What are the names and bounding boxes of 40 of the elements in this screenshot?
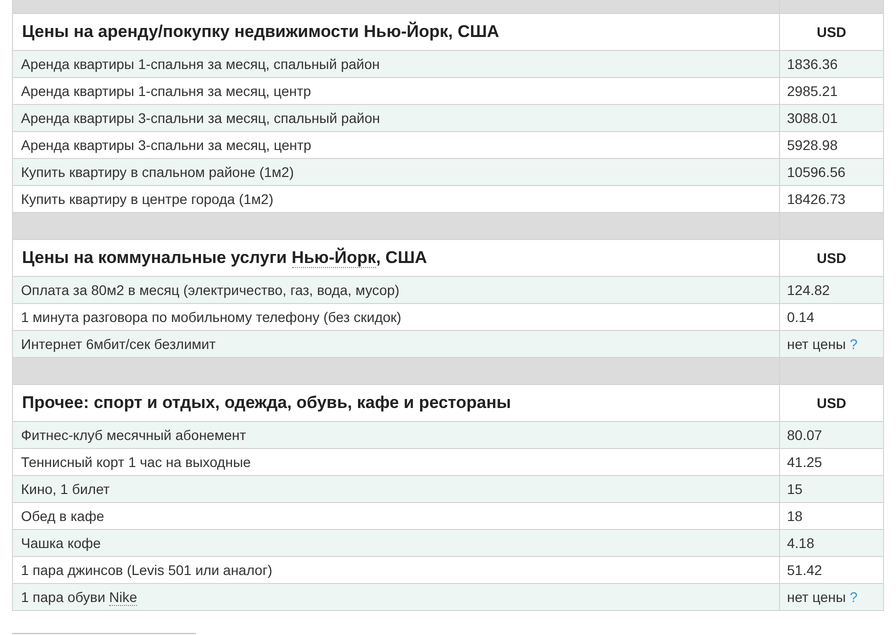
currency-heading: USD — [816, 394, 846, 412]
section-heading: Цены на коммунальные услуги Нью-Йорк, США — [22, 246, 428, 270]
price-value: нет цены — [787, 588, 846, 607]
price-value: 4.18 — [787, 534, 814, 552]
item-label: Обед в кафе — [21, 506, 104, 526]
item-label: Аренда квартиры 3-спальни за месяц, центр — [21, 136, 312, 155]
price-value: 18426.73 — [787, 190, 846, 208]
price-value: 1836.36 — [787, 54, 838, 74]
section-heading: Прочее: спорт и отдых, одежда, обувь, кафе и рестораны — [22, 392, 512, 414]
price-value: 15 — [787, 480, 803, 498]
price-value: 18 — [787, 506, 803, 526]
price-value: 10596.56 — [787, 162, 846, 182]
item-label: Оплата за 80м2 в месяц (электричество, газ, вода, мусор) — [21, 280, 400, 300]
price-value: 51.42 — [787, 560, 822, 580]
price-value: 124.82 — [787, 280, 830, 300]
item-label: Купить квартиру в центре города (1м2) — [21, 190, 274, 209]
price-value: 3088.01 — [787, 108, 838, 128]
item-label: Аренда квартиры 1-спальня за месяц, спальный район — [21, 54, 380, 74]
item-label: Интернет 6мбит/сек безлимит — [21, 334, 216, 354]
item-label: Теннисный корт 1 час на выходные — [21, 452, 251, 472]
currency-heading: USD — [816, 248, 846, 268]
item-label: Аренда квартиры 1-спальня за месяц, центр — [21, 82, 312, 101]
item-label: Фитнес-клуб месячный абонемент — [21, 426, 246, 445]
link[interactable]: Nike — [109, 588, 138, 606]
item-label: Кино, 1 билет — [21, 480, 110, 498]
item-label: 1 пара джинсов (Levis 501 или аналог) — [21, 560, 272, 580]
price-value: 5928.98 — [787, 136, 838, 154]
price-value: 41.25 — [787, 452, 822, 472]
currency-heading: USD — [816, 22, 846, 42]
item-label: Аренда квартиры 3-спальни за месяц, спальный район — [21, 108, 380, 128]
item-label: Купить квартиру в спальном районе (1м2) — [21, 162, 294, 182]
item-label: 1 минута разговора по мобильному телефону (без скидок) — [21, 308, 402, 327]
price-value: 0.14 — [787, 308, 814, 326]
price-value: 80.07 — [787, 426, 822, 444]
price-value: 2985.21 — [787, 82, 838, 100]
item-label: 1 пара обуви Nike — [21, 588, 138, 608]
price-value: нет цены — [787, 334, 846, 354]
section-heading: Цены на аренду/покупку недвижимости Нью-Йорк, США — [22, 20, 500, 44]
link[interactable]: Нью-Йорк — [292, 248, 376, 268]
item-label: Чашка кофе — [21, 534, 101, 553]
